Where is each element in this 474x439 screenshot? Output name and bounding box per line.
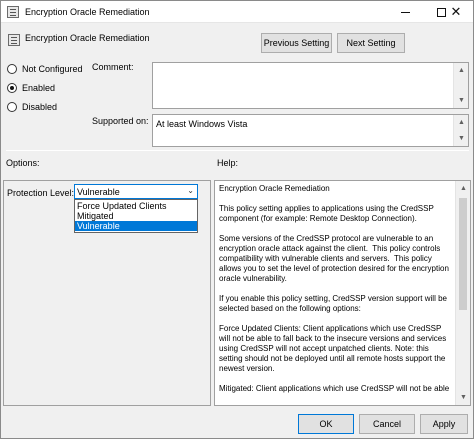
select-value: Vulnerable [77, 187, 120, 197]
protection-level-dropdown: Force Updated Clients Mitigated Vulnerab… [74, 199, 198, 233]
close-button[interactable]: ✕ [439, 1, 473, 23]
radio-not-configured[interactable]: Not Configured [7, 64, 83, 74]
comment-field[interactable]: ▲ ▼ [152, 62, 469, 109]
cancel-button[interactable]: Cancel [359, 414, 415, 434]
close-icon: ✕ [450, 4, 462, 19]
dropdown-item-mitigated[interactable]: Mitigated [75, 211, 197, 221]
previous-setting-button[interactable]: Previous Setting [261, 33, 332, 53]
comment-scrollbar[interactable]: ▲ ▼ [453, 63, 468, 108]
help-label: Help: [217, 158, 239, 168]
radio-label: Not Configured [22, 64, 83, 74]
protection-level-select[interactable]: Vulnerable ⌄ [74, 184, 198, 199]
help-text: Encryption Oracle Remediation This polic… [219, 184, 450, 393]
chevron-down-icon: ⌄ [187, 186, 194, 195]
options-label: Options: [6, 158, 40, 168]
title-bar: Encryption Oracle Remediation ✕ [1, 1, 473, 23]
policy-setting-icon [7, 6, 19, 18]
supported-on-field: At least Windows Vista ▲ ▼ [152, 114, 469, 147]
dropdown-item-vulnerable[interactable]: Vulnerable [75, 221, 197, 231]
scroll-down-icon[interactable]: ▼ [456, 390, 471, 405]
window-title: Encryption Oracle Remediation [25, 7, 150, 17]
scroll-up-icon[interactable]: ▲ [456, 181, 471, 196]
help-panel: Encryption Oracle Remediation This polic… [214, 180, 471, 406]
apply-button[interactable]: Apply [420, 414, 468, 434]
protection-level-label: Protection Level: [7, 188, 75, 198]
minimize-icon [400, 11, 410, 13]
scroll-thumb[interactable] [459, 198, 467, 310]
scroll-down-icon[interactable]: ▼ [454, 131, 469, 146]
comment-label: Comment: [92, 62, 134, 72]
ok-button[interactable]: OK [298, 414, 354, 434]
supported-scrollbar[interactable]: ▲ ▼ [453, 115, 468, 146]
scroll-down-icon[interactable]: ▼ [454, 93, 469, 108]
radio-enabled[interactable]: Enabled [7, 83, 55, 93]
radio-circle[interactable] [7, 102, 17, 112]
scroll-up-icon[interactable]: ▲ [454, 63, 469, 78]
radio-disabled[interactable]: Disabled [7, 102, 57, 112]
minimize-button[interactable] [387, 1, 423, 23]
radio-circle[interactable] [7, 83, 17, 93]
help-scrollbar[interactable]: ▲ ▼ [455, 181, 470, 405]
radio-label: Enabled [22, 83, 56, 93]
policy-dialog: Encryption Oracle Remediation ✕ Encrypti… [0, 0, 474, 439]
setting-name: Encryption Oracle Remediation [25, 33, 150, 43]
supported-on-label: Supported on: [92, 116, 149, 126]
radio-circle[interactable] [7, 64, 17, 74]
supported-on-value: At least Windows Vista [156, 119, 248, 129]
section-divider [6, 150, 469, 151]
dropdown-item-force-updated-clients[interactable]: Force Updated Clients [75, 201, 197, 211]
next-setting-button[interactable]: Next Setting [337, 33, 405, 53]
scroll-up-icon[interactable]: ▲ [454, 115, 469, 130]
policy-setting-icon [8, 34, 20, 46]
radio-label: Disabled [22, 102, 58, 112]
